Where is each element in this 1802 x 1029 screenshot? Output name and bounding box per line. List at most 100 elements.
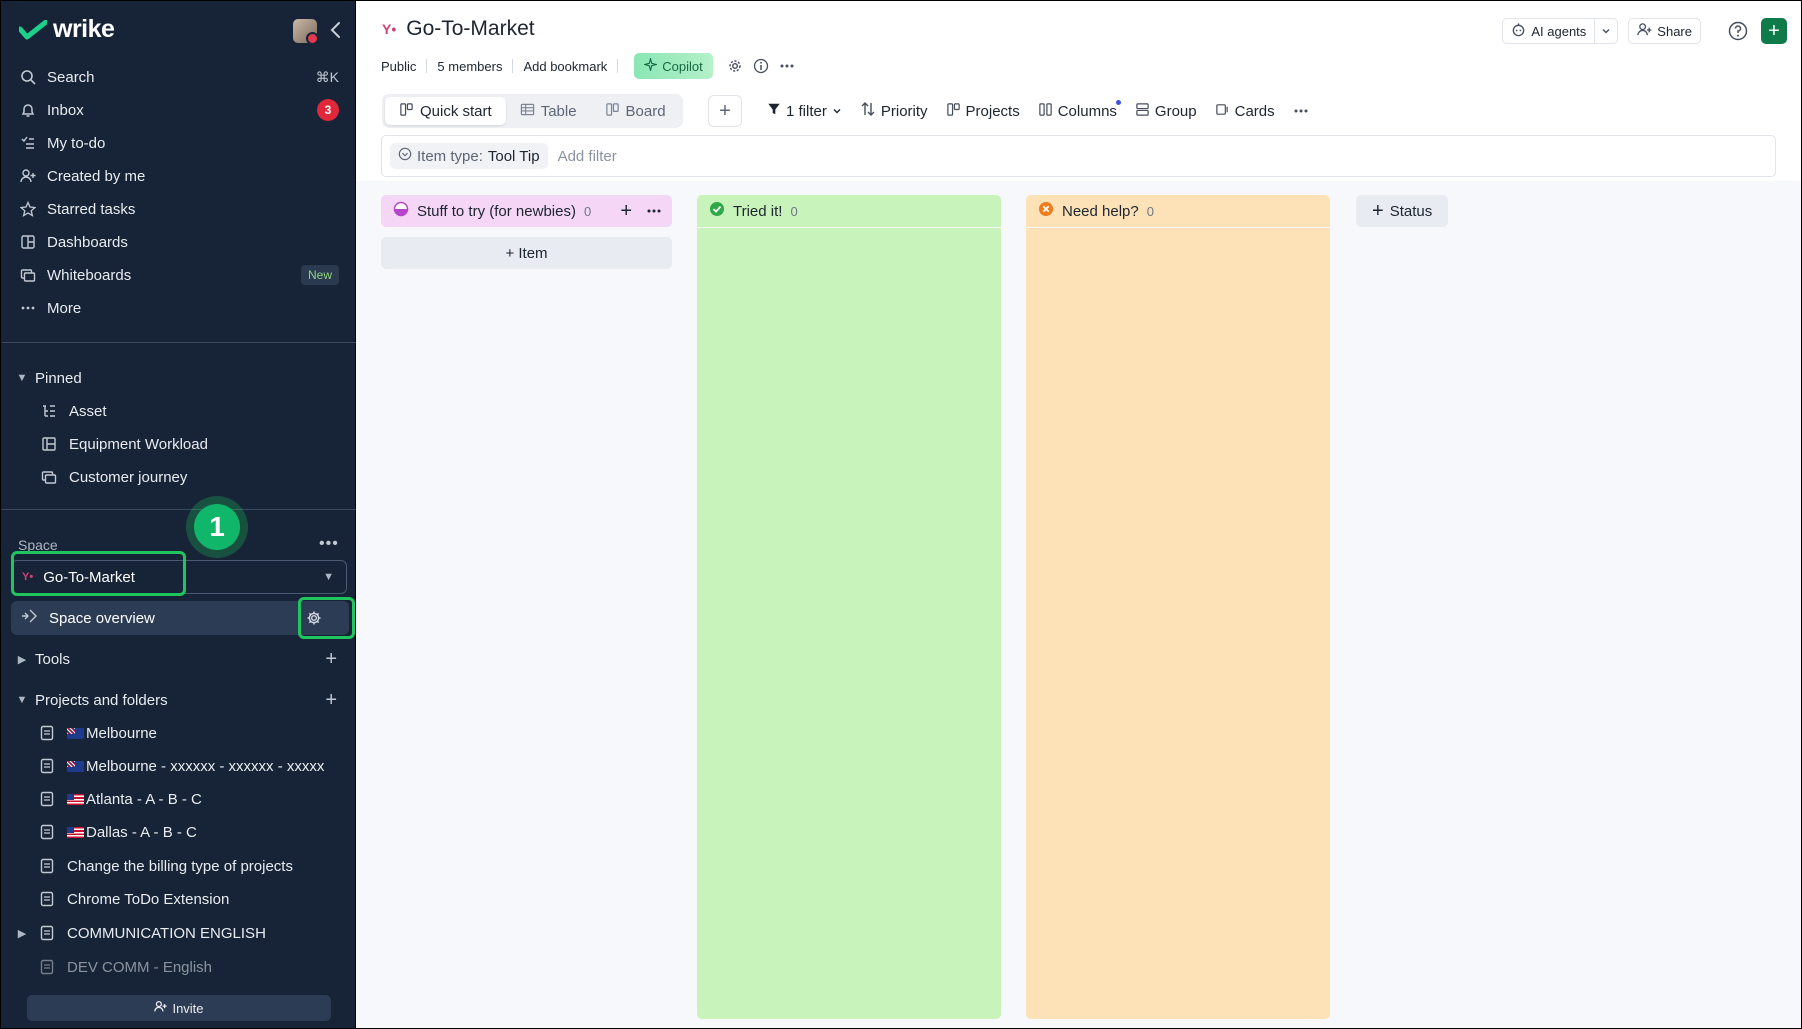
create-new-plus-button[interactable]: + [1761,18,1787,44]
board-column-header[interactable]: Stuff to try (for newbies) 0 + [381,195,672,227]
quick-start-icon [399,102,414,121]
project-item[interactable]: Dallas - A - B - C [39,817,349,847]
column-more-icon[interactable] [646,203,662,219]
board-column-header[interactable]: Tried it! 0 [697,195,1001,227]
tab-board[interactable]: Board [591,97,680,125]
info-icon[interactable] [753,58,769,74]
filter-label: 1 filter [786,102,827,120]
project-item[interactable]: Change the billing type of projects [39,851,349,881]
tab-quick-start[interactable]: Quick start [385,97,506,125]
column-count: 0 [790,203,798,219]
priority-label: Priority [880,102,928,120]
bell-icon [19,101,37,119]
project-icon [39,791,55,807]
projects-section-header[interactable]: ▼ Projects and folders + [9,685,347,715]
gear-icon[interactable] [727,58,743,74]
add-filter-button[interactable]: Add filter [558,148,617,165]
check-circle-icon [709,201,725,221]
columns-button[interactable]: Columns [1038,99,1121,121]
nav-search[interactable]: Search ⌘K [9,61,347,93]
expand-folder-toggle[interactable]: ▶ [9,918,39,948]
nav-label: Dashboards [47,233,128,251]
board-column-body[interactable] [1026,228,1330,1019]
add-bookmark-link[interactable]: Add bookmark [523,59,607,74]
board-column-body[interactable] [697,228,1001,1019]
nav-more[interactable]: More [9,292,347,324]
list-tree-icon [41,403,57,419]
space-more-icon[interactable]: ••• [319,535,339,553]
ai-agents-split-button: AI agents [1502,18,1619,44]
project-label: Melbourne - xxxxxx - xxxxxx - xxxxx [86,757,325,775]
nav-inbox[interactable]: Inbox 3 [9,94,347,126]
project-item[interactable]: Atlanta - A - B - C [39,784,349,814]
pinned-title: Pinned [35,369,82,387]
pinned-item-equipment-workload[interactable]: Equipment Workload [41,429,351,459]
filter-button[interactable]: 1 filter [767,102,842,120]
add-tool-plus-icon[interactable]: + [325,649,337,669]
step-2-highlight [298,597,355,639]
priority-button[interactable]: Priority [860,101,928,121]
pinned-item-customer-journey[interactable]: Customer journey [41,462,351,492]
inbox-count-badge: 3 [317,99,339,121]
copilot-button[interactable]: Copilot [634,53,713,79]
avatar[interactable] [293,19,319,45]
help-icon[interactable] [1725,18,1751,44]
nav-starred-tasks[interactable]: Starred tasks [9,193,347,225]
project-item[interactable]: Chrome ToDo Extension [39,884,349,914]
nav-created-by-me[interactable]: Created by me [9,160,347,192]
ai-agents-button[interactable]: AI agents [1502,18,1596,44]
pinned-item-asset[interactable]: Asset [41,396,351,426]
pinned-item-label: Equipment Workload [69,435,208,453]
add-project-plus-icon[interactable]: + [325,690,337,710]
tab-table[interactable]: Table [506,97,591,125]
projects-button[interactable]: Projects [946,102,1020,121]
nav-label: Starred tasks [47,200,136,218]
board-column-header[interactable]: Need help? 0 [1026,195,1330,227]
star-icon [19,200,37,218]
filter-chip-value: Tool Tip [487,147,540,165]
nav-whiteboards[interactable]: Whiteboards New [9,259,347,291]
view-toolbar: 1 filter Priority Projects Columns Group [767,99,1309,121]
wrike-logo[interactable]: wrike [19,15,115,44]
add-view-button[interactable]: + [708,95,742,127]
cards-button[interactable]: Cards [1215,102,1275,121]
australia-flag-icon [67,727,84,739]
project-item[interactable]: Melbourne [39,718,349,748]
more-icon [19,299,37,317]
project-label: Melbourne [86,724,157,742]
chevron-right-icon: ▶ [17,927,27,940]
members-link[interactable]: 5 members [437,59,502,74]
filter-chip-item-type[interactable]: Item type: Tool Tip [390,143,548,169]
project-item[interactable]: COMMUNICATION ENGLISH [39,918,349,948]
nav-dashboards[interactable]: Dashboards [9,226,347,258]
tools-section-header[interactable]: ▶ Tools + [9,644,347,674]
add-to-column-plus-icon[interactable]: + [620,200,632,223]
tools-title: Tools [35,650,71,668]
copilot-label: Copilot [662,58,703,74]
project-label: DEV COMM - English [67,958,213,976]
visibility-label[interactable]: Public [381,59,416,74]
page-title[interactable]: Go-To-Market [406,17,534,41]
collapse-sidebar-icon[interactable] [327,17,345,43]
group-button[interactable]: Group [1135,102,1197,121]
brand-name: wrike [53,15,115,43]
columns-indicator-dot [1115,99,1121,105]
cards-label: Cards [1234,102,1275,120]
project-item[interactable]: DEV COMM - English [39,952,349,982]
pinned-section-header[interactable]: ▼ Pinned [9,363,347,393]
add-status-button[interactable]: + Status [1356,195,1449,227]
pinned-item-label: Asset [69,402,107,420]
toolbar-more-icon[interactable] [1293,103,1309,119]
project-item[interactable]: Melbourne - xxxxxx - xxxxxx - xxxxx [39,751,349,781]
whiteboard-icon [19,266,37,284]
invite-button[interactable]: Invite [27,995,331,1021]
column-title: Need help? [1062,202,1139,220]
ai-agents-dropdown[interactable] [1595,18,1619,44]
space-overview-icon [21,608,39,628]
nav-my-todo[interactable]: My to-do [9,127,347,159]
share-button[interactable]: Share [1628,18,1701,44]
add-item-button[interactable]: + Item [381,237,672,269]
divider [512,59,514,73]
nav-label: Whiteboards [47,266,132,284]
more-icon[interactable] [779,58,795,74]
